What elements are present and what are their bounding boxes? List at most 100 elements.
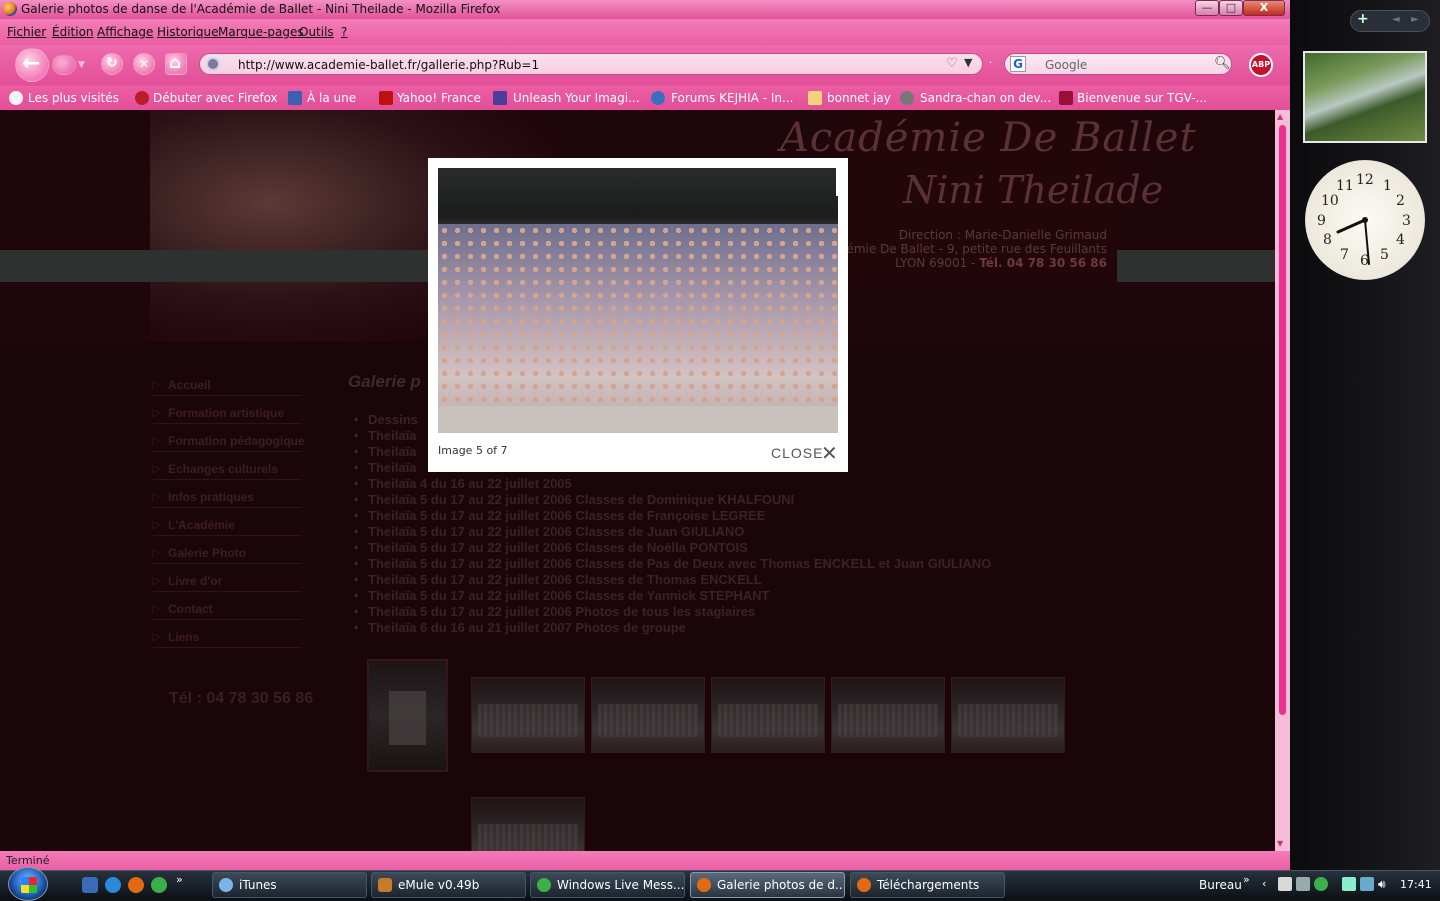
site-logo-line2[interactable]: Nini Theilade xyxy=(903,168,1163,212)
search-input[interactable]: Google xyxy=(1045,58,1087,72)
bookmark-most-visited[interactable]: Les plus visités xyxy=(28,91,119,105)
nav-label: Infos pratiques xyxy=(168,490,255,504)
gallery-thumbnail[interactable] xyxy=(591,677,705,753)
nav-accueil[interactable]: ▷ Accueil xyxy=(152,376,302,396)
director-line: Direction : Marie-Danielle Grimaud xyxy=(898,228,1107,242)
clock-number: 3 xyxy=(1402,213,1411,229)
gallery-link-label: Theilaïa 4 du 16 au 22 juillet 2005 xyxy=(368,476,572,491)
history-dropdown-icon[interactable]: ▼ xyxy=(78,60,85,70)
maximize-button[interactable]: □ xyxy=(1219,0,1243,16)
home-button[interactable] xyxy=(165,53,187,75)
menu-outils[interactable]: Outils xyxy=(299,25,334,39)
toolbar-more-icon[interactable]: » xyxy=(1243,873,1250,886)
previous-icon[interactable]: ◄ xyxy=(1392,14,1400,25)
google-engine-icon[interactable]: G xyxy=(1010,56,1026,72)
task-emule[interactable]: eMule v0.49b xyxy=(371,872,526,898)
internet-explorer-icon[interactable] xyxy=(105,877,121,893)
task-firefox-gallery[interactable]: Galerie photos de d... xyxy=(690,872,845,898)
menu-help[interactable]: ? xyxy=(341,25,347,39)
back-button[interactable] xyxy=(15,48,49,82)
task-messenger[interactable]: Windows Live Mess... xyxy=(530,872,685,898)
forward-button[interactable] xyxy=(52,55,76,75)
nav-echanges-culturels[interactable]: ▷ Echanges culturels xyxy=(152,460,302,480)
tray-clock[interactable]: 17:41 xyxy=(1400,878,1432,891)
lightbox-close-button[interactable]: CLOSE ✕ xyxy=(771,441,841,465)
gallery-link-label: Theilaïa xyxy=(368,460,417,475)
search-icon[interactable]: 🔍︎ xyxy=(1214,56,1231,71)
adblock-plus-button[interactable]: ABP xyxy=(1249,53,1273,77)
volume-icon[interactable]: 🔊︎ xyxy=(1378,877,1392,891)
url-dropdown-icon[interactable]: ▼ xyxy=(964,56,972,69)
sidebar-phone: Tél : 04 78 30 56 86 xyxy=(169,690,314,707)
bookmark-headlines[interactable]: À la une xyxy=(307,91,356,105)
nav-liens[interactable]: ▷ Liens xyxy=(152,628,302,648)
bookmark-yahoo[interactable]: Yahoo! France xyxy=(397,91,481,105)
menu-edition[interactable]: Édition xyxy=(52,25,94,39)
scroll-down-icon[interactable]: ▼ xyxy=(1277,839,1283,848)
slideshow-gadget[interactable] xyxy=(1303,51,1427,143)
arrow-icon: ▷ xyxy=(152,630,161,643)
arrow-icon: ▷ xyxy=(152,434,161,447)
tray-device-icon[interactable] xyxy=(1296,877,1310,891)
task-itunes[interactable]: iTunes xyxy=(212,872,367,898)
start-button[interactable] xyxy=(8,867,48,901)
stop-button[interactable] xyxy=(133,53,155,75)
menu-historique[interactable]: Historique xyxy=(157,25,219,39)
tray-expand-icon[interactable]: ‹ xyxy=(1262,877,1266,890)
nav-galerie-photo[interactable]: ▷ Galerie Photo xyxy=(152,544,302,564)
gallery-thumbnail-poster[interactable] xyxy=(367,659,448,772)
gallery-thumbnail[interactable] xyxy=(711,677,825,753)
tray-network-icon[interactable] xyxy=(1342,877,1356,891)
url-text[interactable]: http://www.academie-ballet.fr/gallerie.p… xyxy=(238,58,539,72)
quicklaunch-more-icon[interactable]: » xyxy=(176,873,183,886)
nav-contact[interactable]: ▷ Contact xyxy=(152,600,302,620)
site-identity-icon[interactable] xyxy=(206,57,220,71)
scrollbar-thumb[interactable] xyxy=(1279,125,1286,715)
menu-marque-pages[interactable]: Marque-pages xyxy=(218,25,304,39)
gallery-thumbnail[interactable] xyxy=(471,797,585,851)
bookmark-star-icon[interactable]: ♡ xyxy=(946,56,958,71)
bookmark-getting-started[interactable]: Débuter avec Firefox xyxy=(153,91,278,105)
window-titlebar[interactable]: Galerie photos de danse de l'Académie de… xyxy=(0,0,1290,19)
tray-app-icon[interactable] xyxy=(1278,877,1292,891)
minimize-button[interactable]: — xyxy=(1195,0,1219,16)
nav-academie[interactable]: ▷ L'Académie xyxy=(152,516,302,536)
tray-messenger-icon[interactable] xyxy=(1314,877,1328,891)
clock-number: 6 xyxy=(1360,253,1369,269)
photo-edge xyxy=(836,168,838,196)
reload-button[interactable] xyxy=(101,53,123,75)
scroll-up-icon[interactable]: ▲ xyxy=(1277,112,1283,121)
desktop-toolbar-label[interactable]: Bureau xyxy=(1199,878,1242,892)
search-bar[interactable] xyxy=(1004,53,1232,75)
next-icon[interactable]: ► xyxy=(1411,14,1419,25)
menu-fichier[interactable]: Fichier xyxy=(7,25,46,39)
add-gadget-icon[interactable]: + xyxy=(1357,11,1369,27)
tray-connection-icon[interactable] xyxy=(1360,877,1374,891)
bookmark-unleash[interactable]: Unleash Your Imagi... xyxy=(513,91,640,105)
task-label: iTunes xyxy=(239,878,277,892)
bookmark-sandra[interactable]: Sandra-chan on dev... xyxy=(920,91,1051,105)
show-desktop-icon[interactable] xyxy=(82,877,98,893)
menu-affichage[interactable]: Affichage xyxy=(97,25,153,39)
close-window-button[interactable]: X xyxy=(1243,0,1285,16)
clock-number: 5 xyxy=(1380,247,1389,263)
gallery-thumbnail[interactable] xyxy=(831,677,945,753)
bookmark-tgv[interactable]: Bienvenue sur TGV-... xyxy=(1077,91,1207,105)
task-downloads[interactable]: Téléchargements xyxy=(850,872,1005,898)
arrow-icon: ▷ xyxy=(152,490,161,503)
nav-formation-artistique[interactable]: ▷ Formation artistique xyxy=(152,404,302,424)
resize-handle-icon[interactable]: · xyxy=(989,58,992,69)
gallery-title: Galerie p xyxy=(348,372,421,391)
messenger-quicklaunch-icon[interactable] xyxy=(151,877,167,893)
gallery-thumbnail[interactable] xyxy=(471,677,585,753)
clock-number: 8 xyxy=(1323,232,1332,248)
gallery-thumbnail[interactable] xyxy=(951,677,1065,753)
lightbox-image[interactable] xyxy=(438,168,838,433)
nav-infos-pratiques[interactable]: ▷ Infos pratiques xyxy=(152,488,302,508)
bookmark-forums[interactable]: Forums KEJHIA - In... xyxy=(671,91,793,105)
firefox-quicklaunch-icon[interactable] xyxy=(128,877,144,893)
bookmark-bonnet[interactable]: bonnet jay xyxy=(827,91,891,105)
nav-formation-pedagogique[interactable]: ▷ Formation pédagogique xyxy=(152,432,305,452)
site-logo-line1[interactable]: Académie De Ballet xyxy=(780,115,1197,161)
nav-livre-dor[interactable]: ▷ Livre d'or xyxy=(152,572,302,592)
